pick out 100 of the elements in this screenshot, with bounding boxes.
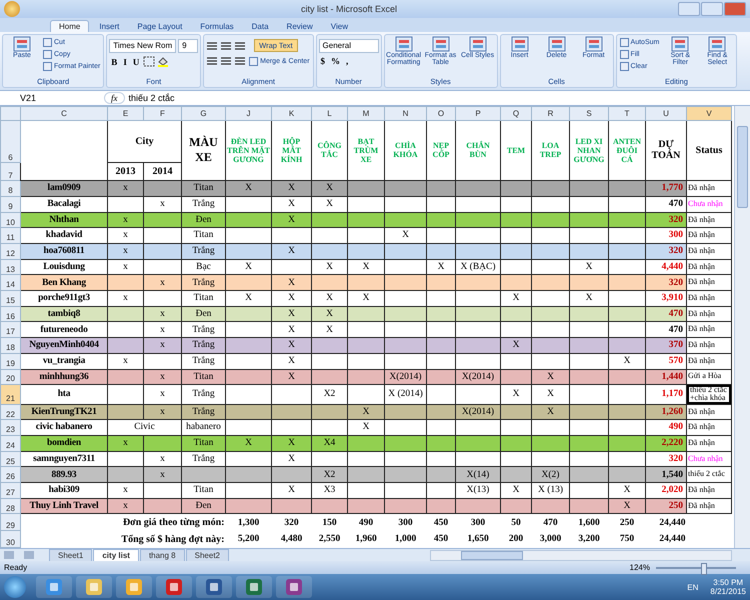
sheet-tab[interactable]: thang 8 xyxy=(140,548,185,562)
status-cell[interactable]: Đã nhận xyxy=(686,498,732,514)
dropdown-field[interactable]: Times New Rom xyxy=(109,39,176,53)
vertical-scrollbar[interactable] xyxy=(734,106,750,548)
font-style-button[interactable]: U xyxy=(130,56,142,66)
column-header[interactable]: N xyxy=(384,106,426,120)
start-button[interactable] xyxy=(4,576,26,598)
ribbon-tab[interactable]: Formulas xyxy=(192,21,242,32)
minimize-button[interactable] xyxy=(678,2,700,16)
column-header[interactable]: J xyxy=(226,106,272,120)
font-style-button[interactable]: B xyxy=(109,56,120,66)
status-cell[interactable]: Đã nhận xyxy=(686,404,732,420)
sheet-tab[interactable]: city list xyxy=(93,548,139,562)
row-header[interactable]: 14 xyxy=(0,274,20,291)
column-header[interactable]: S xyxy=(570,106,608,120)
status-cell[interactable]: Đã nhận xyxy=(686,322,732,338)
row-header[interactable]: 20 xyxy=(0,369,20,385)
status-cell[interactable]: Đã nhận xyxy=(686,274,732,291)
row-header[interactable]: 10 xyxy=(0,212,20,228)
border-icon[interactable] xyxy=(143,56,156,67)
status-cell[interactable]: Đã nhận xyxy=(686,482,732,498)
column-header[interactable]: U xyxy=(646,106,686,120)
formula-field[interactable]: thiếu 2 ctắc xyxy=(128,93,175,103)
row-header[interactable]: 12 xyxy=(0,244,20,260)
status-cell[interactable]: thiếu 2 ctắc xyxy=(686,466,732,483)
row-header[interactable]: 24 xyxy=(0,436,20,452)
status-cell[interactable]: Đã nhận xyxy=(686,353,732,369)
status-cell[interactable]: Gửi a Hòa xyxy=(686,369,732,385)
row-header[interactable]: 7 xyxy=(0,162,20,181)
zoom-slider-thumb[interactable] xyxy=(701,562,707,574)
column-header[interactable]: R xyxy=(532,106,570,120)
column-header[interactable]: F xyxy=(144,106,182,120)
sheet-tab[interactable]: Sheet2 xyxy=(186,548,229,562)
ribbon-tab[interactable]: View xyxy=(322,21,356,32)
column-header[interactable]: O xyxy=(426,106,456,120)
status-cell[interactable]: Đã nhận xyxy=(686,228,732,244)
status-cell[interactable]: Đã nhận xyxy=(686,212,732,228)
status-cell[interactable]: Đã nhận xyxy=(686,180,732,196)
dropdown-field[interactable]: General xyxy=(318,39,379,53)
clock-time[interactable]: 3:50 PM xyxy=(713,578,744,587)
column-header[interactable]: L xyxy=(312,106,348,120)
row-header[interactable]: 18 xyxy=(0,338,20,354)
status-cell[interactable]: Đã nhận xyxy=(686,306,732,322)
number-style-button[interactable]: , xyxy=(344,56,350,66)
row-header[interactable]: 16 xyxy=(0,306,20,322)
status-cell[interactable]: Đã nhận xyxy=(686,436,732,452)
column-header[interactable]: V xyxy=(686,106,732,120)
language-indicator[interactable]: EN xyxy=(687,582,698,592)
maximize-button[interactable] xyxy=(701,2,723,16)
column-header[interactable]: Q xyxy=(500,106,532,120)
column-header[interactable]: G xyxy=(182,106,226,120)
ribbon-tab[interactable]: Home xyxy=(50,20,90,32)
column-header[interactable]: M xyxy=(348,106,384,120)
sheet-tab[interactable]: Sheet1 xyxy=(49,548,92,562)
status-cell[interactable]: Đã nhận xyxy=(686,290,732,306)
clock-date[interactable]: 8/21/2015 xyxy=(710,587,746,596)
row-header[interactable]: 29 xyxy=(0,514,20,531)
row-header[interactable]: 17 xyxy=(0,322,20,338)
row-header[interactable]: 25 xyxy=(0,451,20,467)
status-cell[interactable]: Đã nhận xyxy=(686,244,732,260)
fill-color-icon[interactable] xyxy=(157,56,170,67)
status-cell[interactable]: Đã nhận xyxy=(686,338,732,354)
row-header[interactable]: 19 xyxy=(0,353,20,369)
column-header[interactable]: T xyxy=(608,106,646,120)
row-header[interactable]: 8 xyxy=(0,180,20,196)
ribbon-tab[interactable]: Review xyxy=(278,21,321,32)
ribbon-tab[interactable]: Data xyxy=(244,21,277,32)
column-header[interactable]: C xyxy=(20,106,108,120)
align-icon[interactable] xyxy=(206,56,218,66)
align-icon[interactable] xyxy=(220,56,232,66)
row-header[interactable]: 9 xyxy=(0,196,20,212)
row-header[interactable]: 6 xyxy=(0,120,20,163)
name-box[interactable]: V21 xyxy=(0,93,100,103)
ribbon-tab[interactable]: Insert xyxy=(91,21,128,32)
row-header[interactable]: 13 xyxy=(0,259,20,275)
number-style-button[interactable]: % xyxy=(329,56,342,66)
status-cell[interactable]: Đã nhận xyxy=(686,420,732,436)
align-icon[interactable] xyxy=(206,40,218,50)
status-cell[interactable]: Đã nhận xyxy=(686,259,732,275)
row-header[interactable]: 27 xyxy=(0,482,20,498)
column-header[interactable]: P xyxy=(456,106,500,120)
row-header[interactable]: 30 xyxy=(0,530,20,548)
row-header[interactable]: 23 xyxy=(0,420,20,436)
row-header[interactable]: 26 xyxy=(0,466,20,483)
horizontal-scrollbar[interactable] xyxy=(430,550,732,560)
row-header[interactable]: 22 xyxy=(0,404,20,420)
align-icon[interactable] xyxy=(234,56,246,66)
ribbon-tab[interactable]: Page Layout xyxy=(129,21,190,32)
row-header[interactable]: 21 xyxy=(0,384,20,404)
align-icon[interactable] xyxy=(234,40,246,50)
row-header[interactable]: 15 xyxy=(0,290,20,306)
row-header[interactable]: 28 xyxy=(0,498,20,514)
column-header[interactable]: E xyxy=(108,106,144,120)
font-style-button[interactable]: I xyxy=(121,56,129,66)
row-header[interactable]: 11 xyxy=(0,228,20,244)
align-icon[interactable] xyxy=(220,40,232,50)
dropdown-field[interactable]: 9 xyxy=(178,39,198,53)
number-style-button[interactable]: $ xyxy=(318,56,328,66)
function-button[interactable]: fx xyxy=(104,92,124,104)
column-header[interactable]: K xyxy=(272,106,312,120)
